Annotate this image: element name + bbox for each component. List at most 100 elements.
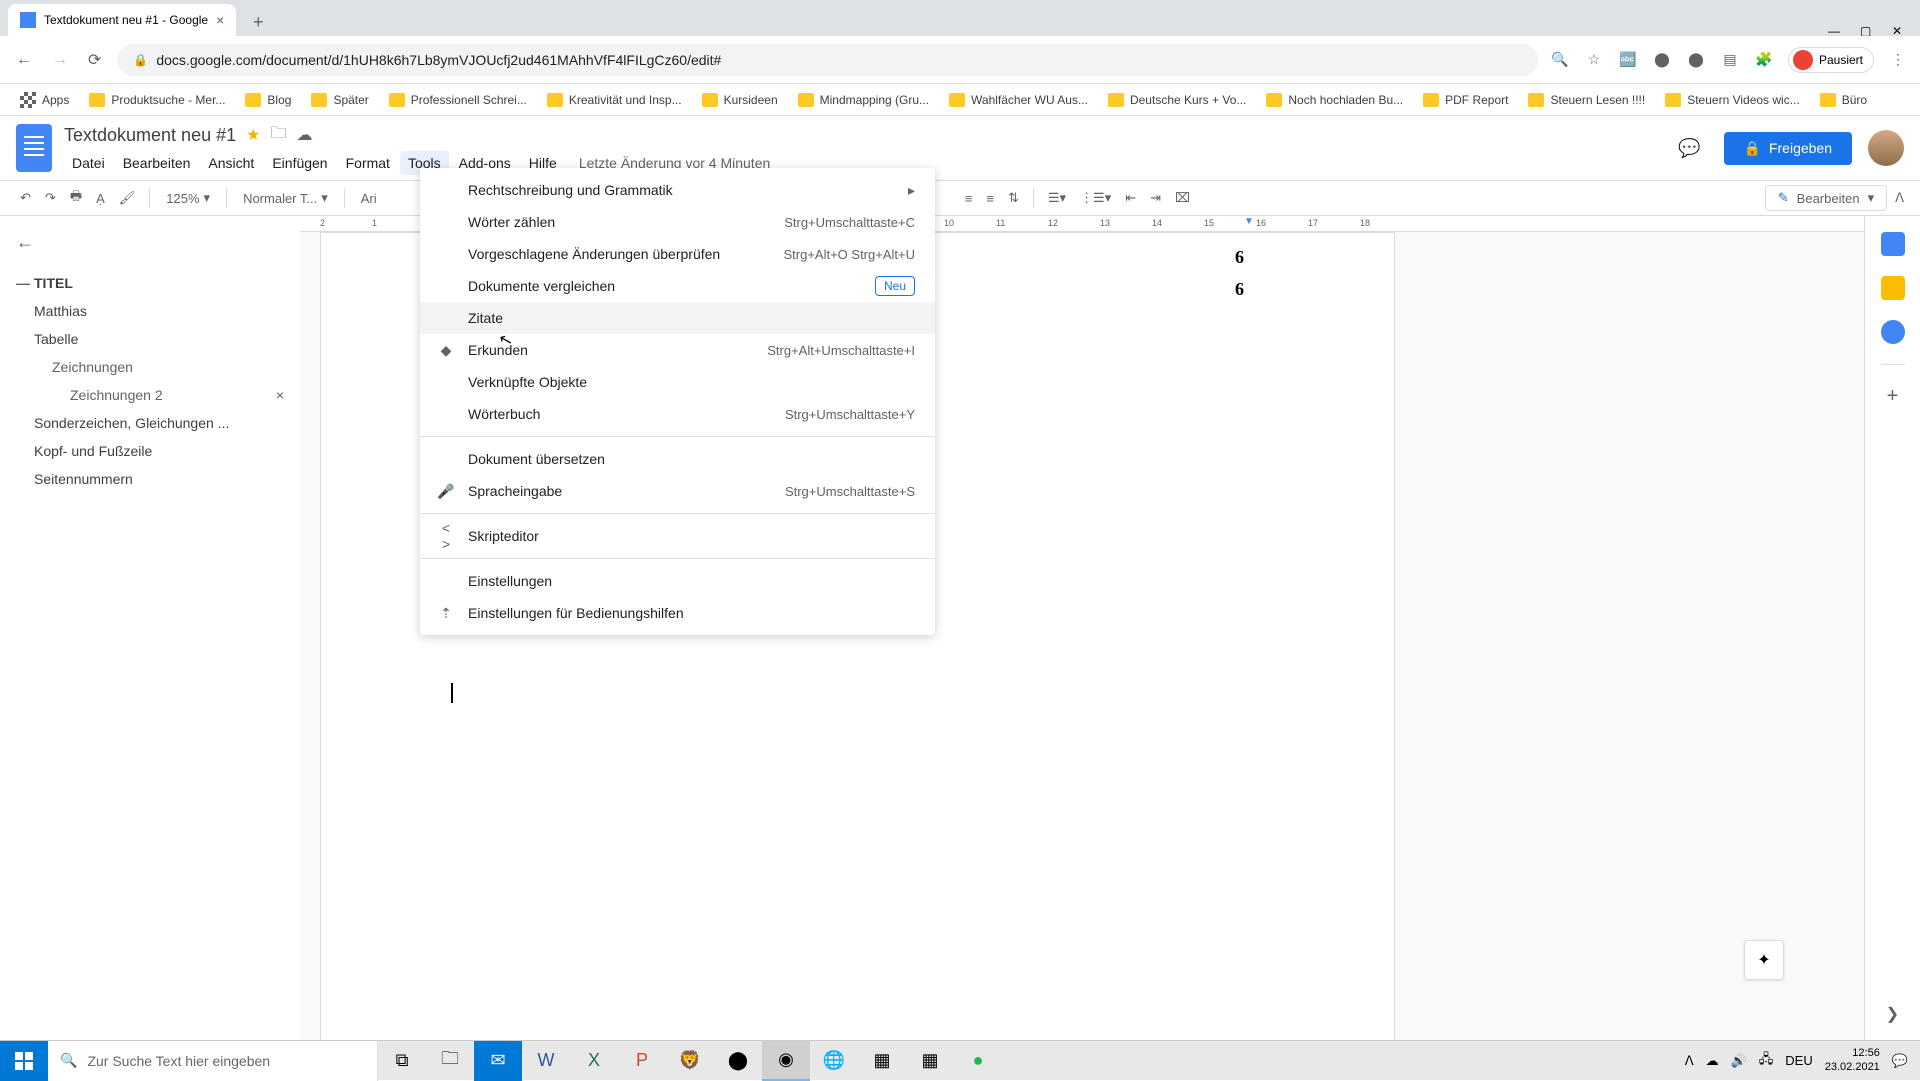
profile-chip[interactable]: Pausiert <box>1788 47 1874 73</box>
bulleted-list-icon[interactable]: ⋮☰▾ <box>1076 186 1115 210</box>
notifications-icon[interactable]: 💬 <box>1892 1053 1908 1069</box>
menu-bearbeiten[interactable]: Bearbeiten <box>115 151 199 175</box>
spellcheck-icon[interactable]: Ạ <box>92 187 109 210</box>
print-icon[interactable]: 🖶 <box>66 183 86 213</box>
taskbar-clock[interactable]: 12:56 23.02.2021 <box>1825 1047 1880 1073</box>
keep-icon[interactable] <box>1881 276 1905 300</box>
excel-icon[interactable]: X <box>570 1041 618 1081</box>
new-tab-button[interactable]: + <box>244 8 272 36</box>
align-center-icon[interactable]: ≡ <box>982 187 998 210</box>
menu-item[interactable]: Wörter zählenStrg+Umschalttaste+C <box>420 206 935 238</box>
bookmark-item[interactable]: Kreativität und Insp... <box>539 89 690 111</box>
edge-icon[interactable]: 🌐 <box>810 1041 858 1081</box>
ext3-icon[interactable]: ▤ <box>1720 50 1740 70</box>
extensions-icon[interactable]: 🧩 <box>1754 50 1774 70</box>
editing-mode-selector[interactable]: ✎ Bearbeiten ▾ <box>1765 185 1887 211</box>
nav-reload-icon[interactable]: ⟳ <box>84 46 105 74</box>
star-icon[interactable]: ★ <box>246 125 260 145</box>
bookmark-item[interactable]: Produktsuche - Mer... <box>81 89 233 111</box>
align-left-icon[interactable]: ≡ <box>961 187 977 210</box>
menu-item[interactable]: 🎤SpracheingabeStrg+Umschalttaste+S <box>420 475 935 507</box>
menu-item[interactable]: ⇡Einstellungen für Bedienungshilfen <box>420 597 935 629</box>
bookmark-item[interactable]: Steuern Lesen !!!! <box>1520 89 1653 111</box>
calendar-icon[interactable] <box>1881 232 1905 256</box>
zoom-icon[interactable]: 🔍 <box>1550 50 1570 70</box>
menu-item[interactable]: Verknüpfte Objekte <box>420 366 935 398</box>
browser-tab[interactable]: Textdokument neu #1 - Google × <box>8 4 236 36</box>
ext1-icon[interactable]: ⬤ <box>1652 50 1672 70</box>
outline-item[interactable]: Zeichnungen <box>16 353 284 381</box>
outdent-icon[interactable]: ⇤ <box>1121 186 1140 210</box>
menu-einfügen[interactable]: Einfügen <box>264 151 335 175</box>
tray-expand-icon[interactable]: ᐱ <box>1685 1053 1694 1069</box>
obs-icon[interactable]: ⬤ <box>714 1041 762 1081</box>
outline-item[interactable]: Kopf- und Fußzeile <box>16 437 284 465</box>
taskbar-search[interactable]: 🔍 Zur Suche Text hier eingeben <box>48 1041 378 1081</box>
bookmark-item[interactable]: Wahlfächer WU Aus... <box>941 89 1096 111</box>
docs-logo-icon[interactable] <box>16 124 52 172</box>
language-icon[interactable]: DEU <box>1785 1053 1812 1068</box>
task-view-icon[interactable]: ⧉ <box>378 1041 426 1081</box>
bookmark-item[interactable]: Noch hochladen Bu... <box>1258 89 1411 111</box>
bookmark-item[interactable]: Mindmapping (Gru... <box>790 89 937 111</box>
chrome-icon[interactable]: ◉ <box>762 1041 810 1081</box>
nav-back-icon[interactable]: ← <box>12 47 36 73</box>
outline-item[interactable]: Tabelle <box>16 325 284 353</box>
word-icon[interactable]: W <box>522 1041 570 1081</box>
collapse-toolbar-icon[interactable]: ᐱ <box>1895 190 1904 206</box>
user-avatar[interactable] <box>1868 130 1904 166</box>
outline-item[interactable]: Zeichnungen 2× <box>16 381 284 409</box>
comments-button[interactable]: 💬 <box>1672 130 1708 166</box>
bookmark-item[interactable]: Steuern Videos wic... <box>1657 89 1808 111</box>
paint-format-icon[interactable]: 🖌 <box>115 186 140 210</box>
app1-icon[interactable]: ▦ <box>858 1041 906 1081</box>
style-selector[interactable]: Normaler T... ▾ <box>237 188 334 208</box>
explorer-icon[interactable]: 🗀 <box>426 1041 474 1081</box>
explore-fab[interactable]: ✦ <box>1744 940 1784 980</box>
start-button[interactable] <box>0 1041 48 1081</box>
line-spacing-icon[interactable]: ⇅ <box>1004 186 1023 210</box>
menu-format[interactable]: Format <box>338 151 398 175</box>
share-button[interactable]: 🔒 Freigeben <box>1724 132 1852 165</box>
bookmark-item[interactable]: Professionell Schrei... <box>381 89 535 111</box>
menu-item[interactable]: ◆ErkundenStrg+Alt+Umschalttaste+I <box>420 334 935 366</box>
network-icon[interactable]: 🖧 <box>1759 1050 1774 1072</box>
menu-item[interactable]: < >Skripteditor <box>420 520 935 552</box>
tab-close-icon[interactable]: × <box>216 12 224 28</box>
menu-ansicht[interactable]: Ansicht <box>200 151 262 175</box>
outline-item[interactable]: TITEL <box>16 269 284 297</box>
bookmark-item[interactable]: PDF Report <box>1415 89 1516 111</box>
menu-item[interactable]: Einstellungen <box>420 565 935 597</box>
window-minimize-icon[interactable]: — <box>1828 24 1840 36</box>
bookmark-item[interactable]: Kursideen <box>694 89 786 111</box>
menu-item[interactable]: Rechtschreibung und Grammatik▸ <box>420 174 935 206</box>
move-icon[interactable]: 🗀 <box>270 122 286 149</box>
menu-item[interactable]: Zitate <box>420 302 935 334</box>
outline-item[interactable]: Sonderzeichen, Gleichungen ... <box>16 409 284 437</box>
clear-format-icon[interactable]: ⌧ <box>1171 186 1194 210</box>
menu-item[interactable]: Vorgeschlagene Änderungen überprüfenStrg… <box>420 238 935 270</box>
brave-icon[interactable]: 🦁 <box>666 1041 714 1081</box>
numbered-list-icon[interactable]: ☰▾ <box>1044 186 1070 210</box>
cloud-status-icon[interactable]: ☁ <box>296 125 312 145</box>
volume-icon[interactable]: 🔊 <box>1731 1053 1747 1069</box>
indent-icon[interactable]: ⇥ <box>1146 186 1165 210</box>
chrome-menu-icon[interactable]: ⋮ <box>1888 50 1908 70</box>
address-bar[interactable]: 🔒 docs.google.com/document/d/1hUH8k6h7Lb… <box>117 44 1538 76</box>
document-title[interactable]: Textdokument neu #1 <box>64 125 236 146</box>
outline-back-icon[interactable]: ← <box>16 232 284 253</box>
menu-datei[interactable]: Datei <box>64 151 113 175</box>
add-addon-icon[interactable]: + <box>1887 385 1899 408</box>
bookmark-item[interactable]: Später <box>303 89 376 111</box>
app2-icon[interactable]: ▦ <box>906 1041 954 1081</box>
tasks-icon[interactable] <box>1881 320 1905 344</box>
outline-remove-icon[interactable]: × <box>276 387 284 403</box>
star-outline-icon[interactable]: ☆ <box>1584 50 1604 70</box>
window-close-icon[interactable]: ✕ <box>1892 24 1904 36</box>
menu-item[interactable]: WörterbuchStrg+Umschalttaste+Y <box>420 398 935 430</box>
redo-icon[interactable]: ↷ <box>41 186 60 210</box>
outline-item[interactable]: Seitennummern <box>16 465 284 493</box>
bookmark-item[interactable]: Deutsche Kurs + Vo... <box>1100 89 1254 111</box>
indent-marker-icon[interactable]: ▼ <box>1244 216 1254 227</box>
ext2-icon[interactable]: ⬤ <box>1686 50 1706 70</box>
